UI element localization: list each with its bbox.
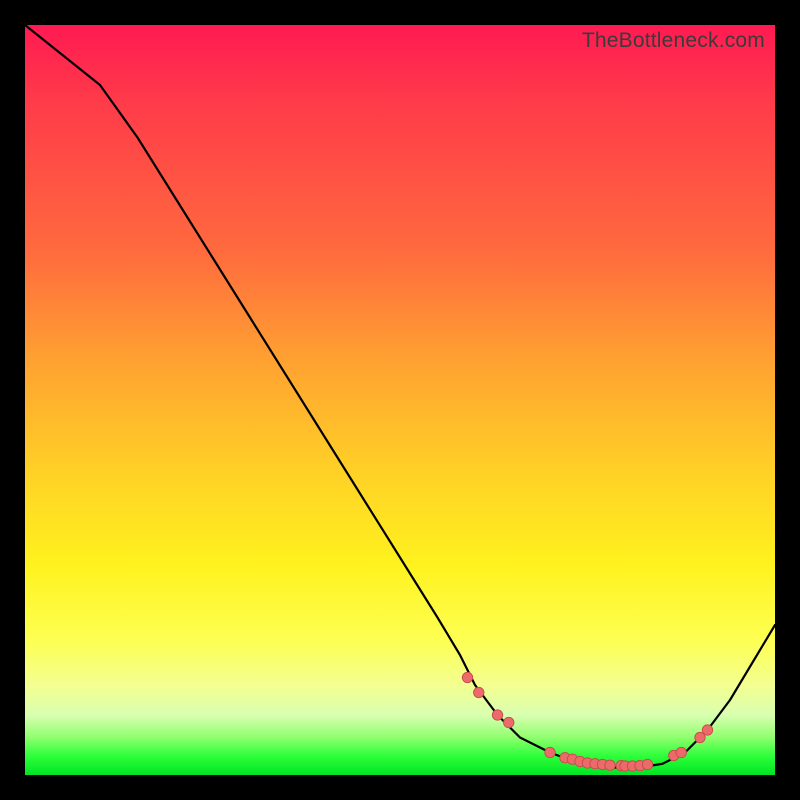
highlight-marker — [492, 710, 502, 720]
curve-line — [25, 25, 775, 768]
bottleneck-curve — [25, 25, 775, 775]
highlight-marker — [642, 759, 652, 769]
chart-plot-area: TheBottleneck.com — [25, 25, 775, 775]
highlight-marker — [676, 747, 686, 757]
highlight-marker — [462, 672, 472, 682]
highlight-marker — [702, 725, 712, 735]
marker-group — [462, 672, 712, 771]
chart-frame: TheBottleneck.com — [0, 0, 800, 800]
highlight-marker — [474, 687, 484, 697]
highlight-marker — [545, 747, 555, 757]
highlight-marker — [605, 760, 615, 770]
highlight-marker — [504, 717, 514, 727]
